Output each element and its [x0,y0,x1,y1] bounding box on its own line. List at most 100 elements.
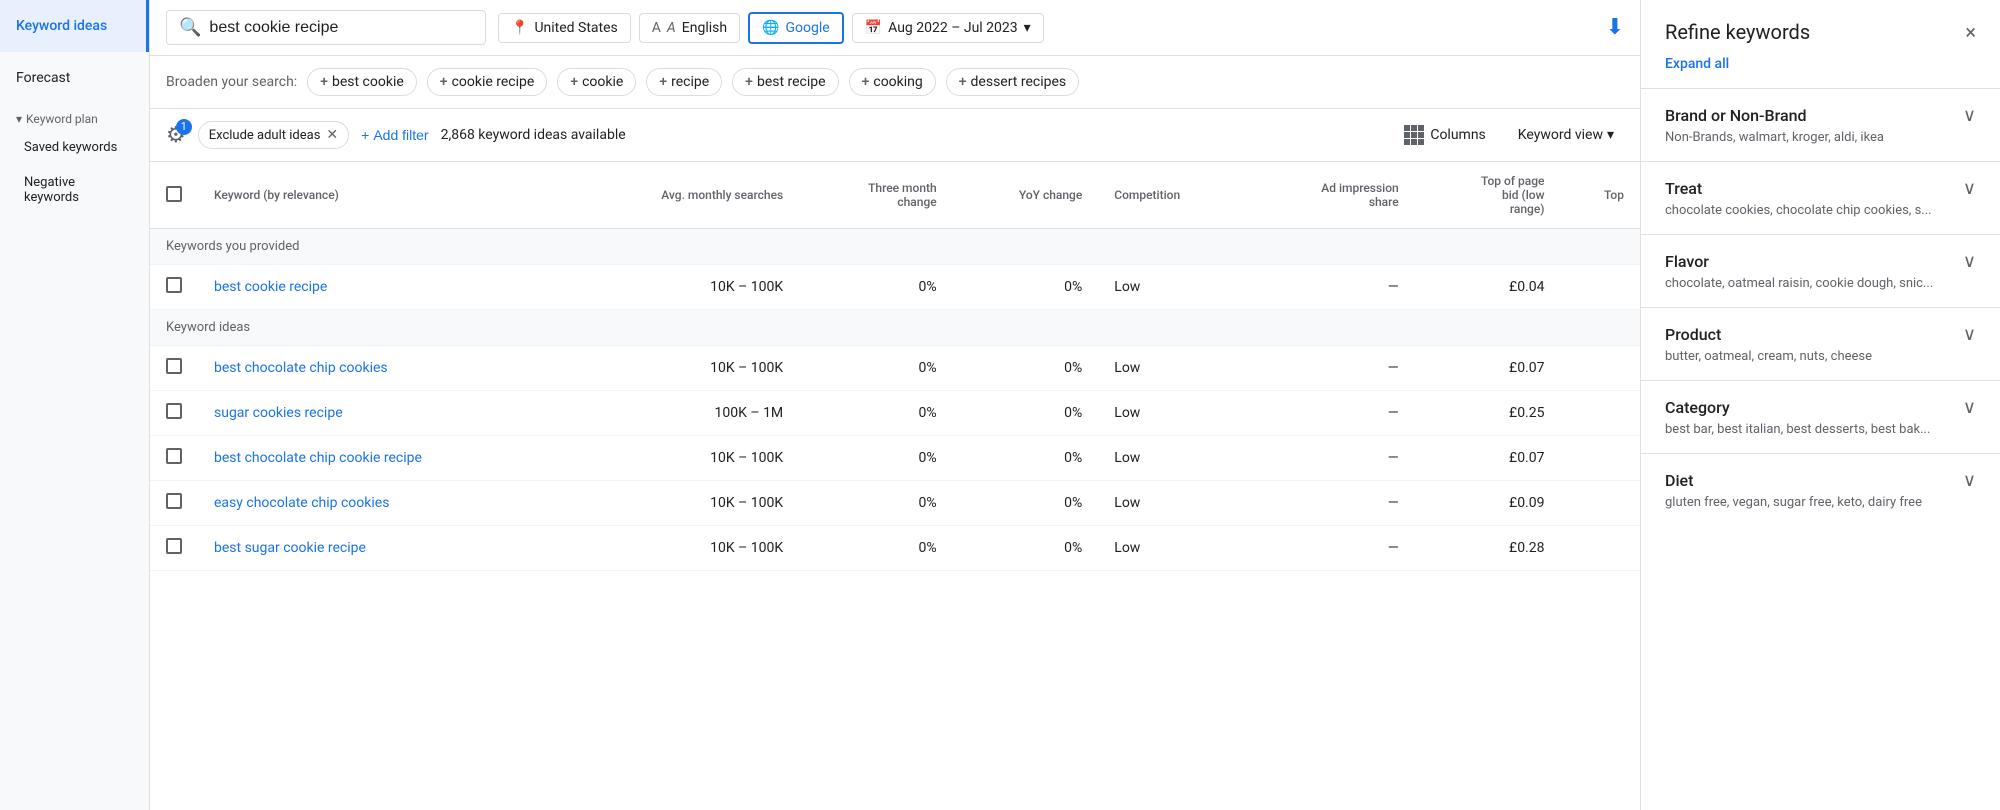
broaden-chip-6[interactable]: + dessert recipes [946,68,1079,96]
broaden-chip-5[interactable]: + cooking [849,68,936,96]
sidebar-item-forecast[interactable]: Forecast [0,52,149,104]
sidebar-item-negative-keywords[interactable]: Negative keywords [0,165,149,215]
network-filter[interactable]: 🌐 Google [748,12,844,44]
broaden-chip-1[interactable]: + cookie recipe [427,68,548,96]
keyword-link[interactable]: best chocolate chip cookie recipe [214,450,422,466]
keyword-cell: best chocolate chip cookies [198,346,564,391]
date-range-filter[interactable]: 📅 Aug 2022 – Jul 2023 ▾ [852,13,1044,43]
location-filter[interactable]: 📍 United States [498,13,631,43]
three-month-cell: 0% [799,391,953,436]
three-month-cell: 0% [799,265,953,310]
refine-close-button[interactable]: × [1965,20,1976,44]
competition-cell: Low [1098,346,1247,391]
remove-filter-icon[interactable]: ✕ [326,127,338,143]
row-checkbox-cell[interactable] [150,436,198,481]
refine-section-title: Brand or Non-Brand [1665,106,1807,125]
refine-section-subtitle: gluten free, vegan, sugar free, keto, da… [1665,495,1976,510]
keyword-link[interactable]: best cookie recipe [214,279,327,295]
chip-label: recipe [671,74,709,90]
row-checkbox[interactable] [166,403,182,419]
broaden-chip-4[interactable]: + best recipe [732,68,838,96]
row-checkbox[interactable] [166,448,182,464]
language-filter[interactable]: A A English [639,13,740,43]
broaden-chip-0[interactable]: + best cookie [307,68,417,96]
columns-button[interactable]: Columns [1394,119,1495,151]
network-label: Google [786,20,830,36]
refine-section-header: Category ∨ [1665,397,1976,418]
yoy-cell: 0% [953,265,1099,310]
row-checkbox-cell[interactable] [150,346,198,391]
keyword-link[interactable]: easy chocolate chip cookies [214,495,389,511]
sidebar: Keyword ideas Forecast ▾ Keyword plan Sa… [0,0,150,810]
sidebar-item-keyword-ideas[interactable]: Keyword ideas [0,0,149,52]
keyword-view-button[interactable]: Keyword view ▾ [1508,121,1624,149]
row-checkbox-cell[interactable] [150,526,198,571]
add-filter-button[interactable]: + Add filter [361,127,428,143]
language-label: English [682,20,727,36]
location-label: United States [534,20,617,36]
competition-cell: Low [1098,436,1247,481]
refine-section-flavor[interactable]: Flavor ∨ chocolate, oatmeal raisin, cook… [1641,234,2000,307]
exclude-adult-chip[interactable]: Exclude adult ideas ✕ [198,121,349,149]
search-input[interactable] [209,19,469,37]
plus-icon: + [659,74,667,90]
refine-section-category[interactable]: Category ∨ best bar, best italian, best … [1641,380,2000,453]
broaden-chip-3[interactable]: + recipe [646,68,722,96]
chevron-down-icon: ▾ [1024,20,1031,36]
keyword-link[interactable]: sugar cookies recipe [214,405,343,421]
yoy-cell: 0% [953,481,1099,526]
col-header-ad-impression: Ad impressionshare [1248,162,1415,229]
plus-icon: + [745,74,753,90]
sidebar-item-label: Keyword ideas [16,18,107,34]
three-month-cell: 0% [799,526,953,571]
refine-header: Refine keywords × [1641,0,2000,52]
keywords-table: Keyword (by relevance) Avg. monthly sear… [150,162,1640,571]
top-bid-high-cell [1560,346,1640,391]
download-button[interactable]: ⬇ [1606,15,1624,40]
table-row: best sugar cookie recipe 10K – 100K 0% 0… [150,526,1640,571]
row-checkbox[interactable] [166,277,182,293]
expand-all-button[interactable]: Expand all [1641,52,2000,88]
plus-icon: + [959,74,967,90]
keyword-cell: easy chocolate chip cookies [198,481,564,526]
top-bid-high-cell [1560,265,1640,310]
main-content: 🔍 📍 United States A A English 🌐 Google 📅… [150,0,1640,810]
refine-section-diet[interactable]: Diet ∨ gluten free, vegan, sugar free, k… [1641,453,2000,526]
ad-impression-cell: — [1248,391,1415,436]
sidebar-section-keyword-plan[interactable]: ▾ Keyword plan [0,104,149,130]
filter-button[interactable]: ⚙ 1 [166,123,186,148]
row-checkbox[interactable] [166,493,182,509]
section-label: Keywords you provided [150,229,1640,265]
row-checkbox-cell[interactable] [150,391,198,436]
refine-section-product[interactable]: Product ∨ butter, oatmeal, cream, nuts, … [1641,307,2000,380]
row-checkbox[interactable] [166,538,182,554]
add-filter-label: Add filter [373,127,428,143]
sidebar-sub-label: Saved keywords [24,140,117,155]
select-all-header[interactable] [150,162,198,229]
row-checkbox-cell[interactable] [150,265,198,310]
refine-section-header: Flavor ∨ [1665,251,1976,272]
chip-text: Exclude adult ideas [209,128,321,143]
filter-badge: 1 [176,119,192,135]
refine-section-header: Treat ∨ [1665,178,1976,199]
three-month-cell: 0% [799,346,953,391]
yoy-cell: 0% [953,346,1099,391]
sidebar-item-saved-keywords[interactable]: Saved keywords [0,130,149,165]
select-all-checkbox[interactable] [166,186,182,202]
keyword-link[interactable]: best chocolate chip cookies [214,360,388,376]
row-checkbox[interactable] [166,358,182,374]
refine-section-brand[interactable]: Brand or Non-Brand ∨ Non-Brands, walmart… [1641,88,2000,161]
chip-label: cooking [873,74,922,90]
col-header-top-bid-high: Top [1560,162,1640,229]
plus-icon: + [862,74,870,90]
row-checkbox-cell[interactable] [150,481,198,526]
chip-label: dessert recipes [971,74,1067,90]
chevron-down-icon: ∨ [1963,178,1976,199]
keyword-link[interactable]: best sugar cookie recipe [214,540,366,556]
yoy-cell: 0% [953,391,1099,436]
refine-section-treat[interactable]: Treat ∨ chocolate cookies, chocolate chi… [1641,161,2000,234]
keyword-cell: sugar cookies recipe [198,391,564,436]
search-box[interactable]: 🔍 [166,10,486,45]
broaden-chip-2[interactable]: + cookie [557,68,636,96]
columns-label: Columns [1430,127,1485,143]
